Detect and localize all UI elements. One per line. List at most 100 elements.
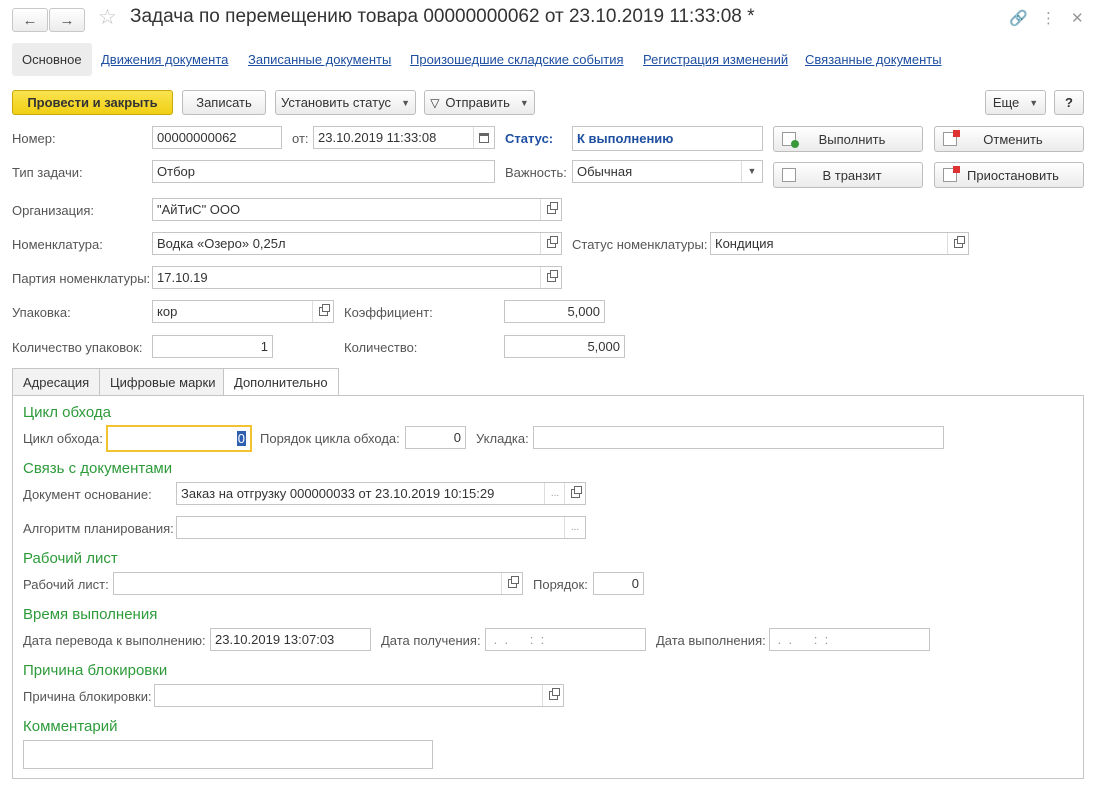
open-icon[interactable] [540, 233, 561, 254]
packing-field[interactable] [533, 426, 944, 449]
tab-warehouse-events[interactable]: Произошедшие складские события [410, 43, 624, 76]
comment-field[interactable] [23, 740, 433, 769]
task-type-field[interactable]: Отбор [152, 160, 495, 183]
suspend-icon [943, 166, 960, 182]
tab-related-docs[interactable]: Связанные документы [805, 43, 942, 76]
more-label: Еще [992, 95, 1020, 110]
send-button[interactable]: ▽ Отправить ▼ [424, 90, 535, 115]
date-value: 23.10.2019 11:33:08 [318, 130, 437, 145]
number-label: Номер: [12, 131, 56, 146]
link-icon[interactable]: 🔗 [1009, 9, 1028, 27]
save-button[interactable]: Записать [182, 90, 266, 115]
back-button[interactable]: ← [12, 8, 48, 32]
cancel-label: Отменить [983, 131, 1043, 147]
importance-value: Обычная [577, 164, 633, 179]
tab-additional[interactable]: Дополнительно [223, 368, 339, 396]
comment-section-title: Комментарий [23, 718, 118, 735]
package-label: Упаковка: [12, 305, 71, 320]
set-status-label: Установить статус [281, 95, 392, 110]
tab-digital-marks[interactable]: Цифровые марки [99, 368, 227, 395]
forward-button[interactable]: → [49, 8, 85, 32]
worksheet-field[interactable] [113, 572, 523, 595]
block-reason-label: Причина блокировки: [23, 689, 152, 704]
organization-label: Организация: [12, 203, 95, 218]
more-button[interactable]: Еще ▼ [985, 90, 1046, 115]
number-field[interactable]: 00000000062 [152, 126, 282, 149]
order-field[interactable]: 0 [593, 572, 644, 595]
open-icon[interactable] [540, 267, 561, 288]
block-reason-field[interactable] [154, 684, 564, 707]
base-doc-label: Документ основание: [23, 487, 152, 502]
cycle-label: Цикл обхода: [23, 431, 103, 446]
favorite-star-icon[interactable]: ☆ [98, 5, 117, 30]
arrow-left-icon: ← [22, 11, 38, 29]
chevron-down-icon: ▼ [401, 97, 410, 108]
batch-field[interactable]: 17.10.19 [152, 266, 562, 289]
suspend-button[interactable]: Приостановить [934, 162, 1084, 188]
dropdown-arrow-icon[interactable]: ▼ [741, 161, 762, 182]
ellipsis-icon[interactable]: ... [564, 517, 585, 538]
open-icon[interactable] [564, 483, 585, 504]
nom-status-value: Кондиция [715, 236, 774, 251]
transit-button[interactable]: В транзит [773, 162, 923, 188]
package-qty-label: Количество упаковок: [12, 340, 143, 355]
close-icon[interactable]: ✕ [1071, 9, 1084, 27]
nom-status-field[interactable]: Кондиция [710, 232, 969, 255]
nomenclature-label: Номенклатура: [12, 237, 103, 252]
package-value: кор [157, 304, 178, 319]
open-icon[interactable] [501, 573, 522, 594]
open-icon[interactable] [540, 199, 561, 220]
calendar-icon[interactable] [473, 127, 494, 148]
package-qty-field[interactable]: 1 [152, 335, 273, 358]
post-and-close-button[interactable]: Провести и закрыть [12, 90, 173, 115]
open-icon[interactable] [312, 301, 333, 322]
cycle-field[interactable]: 0 [106, 425, 252, 452]
receive-date-field[interactable]: . . : : [485, 628, 646, 651]
cancel-button[interactable]: Отменить [934, 126, 1084, 152]
execute-button[interactable]: Выполнить [773, 126, 923, 152]
execute-label: Выполнить [818, 131, 886, 147]
batch-value: 17.10.19 [157, 270, 208, 285]
tab-addressing[interactable]: Адресация [12, 368, 101, 395]
status-label: Статус: [505, 131, 554, 146]
algorithm-field[interactable]: ... [176, 516, 586, 539]
open-icon[interactable] [542, 685, 563, 706]
importance-select[interactable]: Обычная ▼ [572, 160, 763, 183]
organization-field[interactable]: "АйТиС" ООО [152, 198, 562, 221]
receive-date-label: Дата получения: [381, 633, 481, 648]
chevron-down-icon: ▼ [1029, 97, 1039, 108]
filter-funnel-icon: ▽ [430, 95, 440, 110]
chevron-down-icon: ▼ [519, 97, 529, 108]
block-section-title: Причина блокировки [23, 662, 168, 679]
tab-doc-movements[interactable]: Движения документа [101, 43, 228, 76]
base-doc-value: Заказ на отгрузку 000000033 от 23.10.201… [181, 486, 495, 501]
help-button[interactable]: ? [1054, 90, 1084, 115]
status-value: К выполнению [572, 126, 763, 151]
cycle-order-field[interactable]: 0 [405, 426, 466, 449]
tab-main[interactable]: Основное [12, 43, 92, 76]
coefficient-field[interactable]: 5,000 [504, 300, 605, 323]
open-icon[interactable] [947, 233, 968, 254]
docs-section-title: Связь с документами [23, 460, 173, 477]
base-doc-field[interactable]: Заказ на отгрузку 000000033 от 23.10.201… [176, 482, 586, 505]
quantity-field[interactable]: 5,000 [504, 335, 625, 358]
tab-recorded-docs[interactable]: Записанные документы [248, 43, 391, 76]
package-field[interactable]: кор [152, 300, 334, 323]
organization-value: "АйТиС" ООО [157, 202, 241, 217]
transit-label: В транзит [822, 167, 882, 183]
suspend-label: Приостановить [967, 167, 1059, 183]
worksheet-label: Рабочий лист: [23, 577, 109, 592]
tab-change-registration[interactable]: Регистрация изменений [643, 43, 788, 76]
quantity-label: Количество: [344, 340, 418, 355]
algorithm-label: Алгоритм планирования: [23, 521, 174, 536]
date-field[interactable]: 23.10.2019 11:33:08 [313, 126, 495, 149]
done-date-field[interactable]: . . : : [769, 628, 930, 651]
nomenclature-field[interactable]: Водка «Озеро» 0,25л [152, 232, 562, 255]
set-status-button[interactable]: Установить статус ▼ [275, 90, 416, 115]
ellipsis-icon[interactable]: ... [544, 483, 565, 504]
worksheet-section-title: Рабочий лист [23, 550, 118, 567]
transfer-date-field[interactable]: 23.10.2019 13:07:03 [210, 628, 371, 651]
more-vertical-icon[interactable]: ⋮ [1041, 9, 1056, 27]
time-section-title: Время выполнения [23, 606, 158, 623]
date-label: от: [292, 131, 309, 146]
